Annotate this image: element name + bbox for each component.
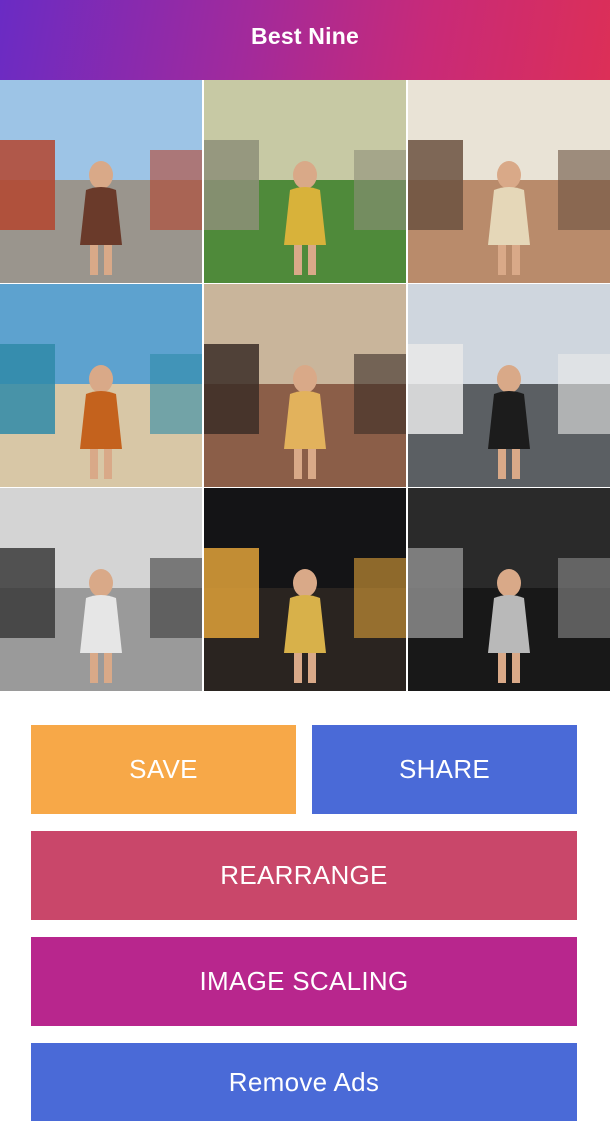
- grid-photo-9[interactable]: [408, 488, 610, 691]
- diner-bw-photo: [0, 488, 202, 691]
- app-header: Best Nine: [0, 0, 610, 80]
- balcony-photo: [204, 284, 406, 487]
- street-photo: [0, 80, 202, 283]
- photo-grid: [0, 80, 610, 692]
- grid-photo-1[interactable]: [0, 80, 202, 283]
- rearrange-button[interactable]: REARRANGE: [31, 831, 577, 920]
- diner-counter-photo: [408, 80, 610, 283]
- save-button[interactable]: SAVE: [31, 725, 296, 814]
- image-scaling-button[interactable]: IMAGE SCALING: [31, 937, 577, 1026]
- share-button[interactable]: SHARE: [312, 725, 577, 814]
- grid-photo-5[interactable]: [204, 284, 406, 487]
- bar-bw-photo: [408, 488, 610, 691]
- beach-photo: [0, 284, 202, 487]
- grid-photo-8[interactable]: [204, 488, 406, 691]
- grid-photo-4[interactable]: [0, 284, 202, 487]
- grid-photo-3[interactable]: [408, 80, 610, 283]
- crosswalk-photo: [408, 284, 610, 487]
- remove-ads-button[interactable]: Remove Ads: [31, 1043, 577, 1121]
- stage-performance-photo: [204, 488, 406, 691]
- house-porch-photo: [204, 80, 406, 283]
- grid-photo-6[interactable]: [408, 284, 610, 487]
- grid-photo-2[interactable]: [204, 80, 406, 283]
- page-title: Best Nine: [251, 22, 359, 49]
- grid-photo-7[interactable]: [0, 488, 202, 691]
